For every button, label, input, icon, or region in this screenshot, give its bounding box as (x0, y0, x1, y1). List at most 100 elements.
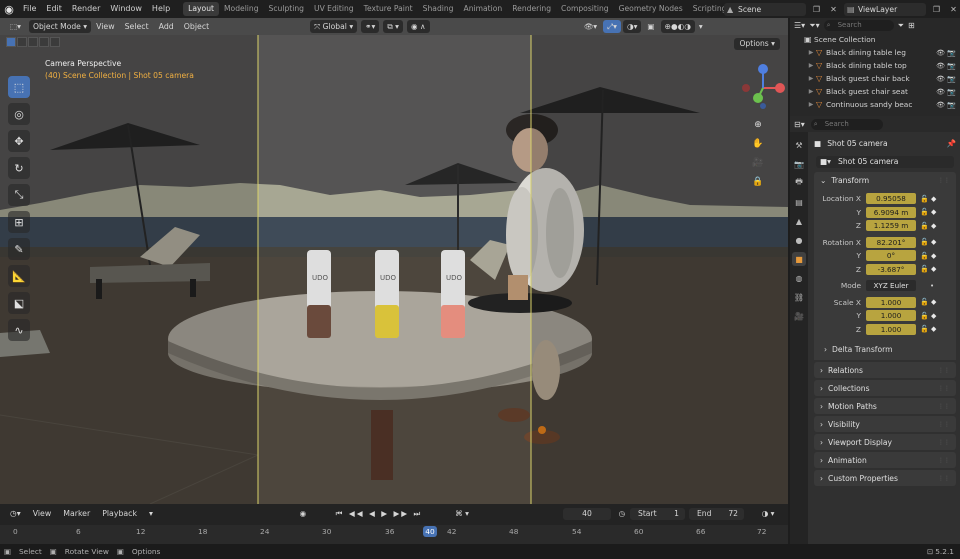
overlay-icon[interactable]: ◑▾ (622, 20, 642, 33)
properties-editor-type-icon[interactable]: ⊟▾ (794, 120, 805, 129)
visibility-panel-header[interactable]: › Visibility ⋮⋮ (814, 416, 956, 432)
data-tab-icon[interactable]: 🎥 (792, 309, 806, 323)
filter-icon[interactable]: ⏷▾ (809, 21, 819, 31)
select-mode-subtract-icon[interactable] (28, 37, 38, 47)
timeline-menu-view[interactable]: View (27, 509, 58, 518)
lock-icon[interactable]: 🔓 (920, 312, 929, 320)
drag-handle-icon[interactable]: ⋮⋮ (938, 475, 950, 482)
drag-handle-icon[interactable]: ⋮⋮ (938, 421, 950, 428)
shading-mode-icon[interactable]: ⊕●◐◑ (660, 20, 695, 33)
rotation-y-field[interactable]: 0° (866, 250, 916, 262)
select-mode-invert-icon[interactable] (39, 37, 49, 47)
end-frame-field[interactable]: End 72 (689, 508, 744, 520)
custom-properties-panel-header[interactable]: › Custom Properties ⋮⋮ (814, 470, 956, 486)
tab-compositing[interactable]: Compositing (556, 2, 614, 16)
tab-modeling[interactable]: Modeling (219, 2, 264, 16)
menu-select[interactable]: Select (120, 18, 154, 35)
lock-icon[interactable]: 🔓 (920, 252, 929, 260)
physics-tab-icon[interactable]: ◍ (792, 271, 806, 285)
outliner-search-input[interactable]: ⌕ Search (823, 20, 894, 31)
timeline-menu-marker[interactable]: Marker (57, 509, 96, 518)
menu-view[interactable]: View (91, 18, 120, 35)
lock-icon[interactable]: 🔓 (920, 325, 929, 333)
curve-icon[interactable]: ∿ (8, 319, 30, 341)
delta-transform-subpanel[interactable]: › Delta Transform (824, 342, 956, 356)
drag-handle-icon[interactable]: ⋮⋮ (938, 439, 950, 446)
keyframe-icon[interactable]: ◆ (931, 195, 936, 203)
keyframe-icon[interactable]: ◆ (931, 222, 936, 230)
keyframe-icon[interactable]: ◆ (931, 252, 936, 260)
snap-icon[interactable]: ⧉ ▾ (383, 20, 403, 33)
keyframe-icon[interactable]: ◆ (931, 238, 936, 246)
tool-tab-icon[interactable]: ⚒ (792, 138, 806, 152)
zoom-icon[interactable]: ⊕ (749, 116, 767, 134)
tab-animation[interactable]: Animation (459, 2, 508, 16)
timeline-ruler[interactable]: 0 6 12 18 24 30 36 42 48 54 60 66 72 40 (0, 525, 788, 544)
scale-x-field[interactable]: 1.000 (866, 296, 916, 308)
tab-geometry-nodes[interactable]: Geometry Nodes (614, 2, 688, 16)
pin-icon[interactable]: 📌 (947, 139, 956, 148)
timeline-view-options-icon[interactable]: ◑ ▾ (756, 508, 780, 520)
rotation-z-field[interactable]: -3.687° (866, 263, 916, 275)
menu-render[interactable]: Render (67, 0, 105, 18)
blender-logo-icon[interactable]: ◉ (0, 0, 18, 18)
constraints-tab-icon[interactable]: ⛓ (792, 290, 806, 304)
copy-icon[interactable]: ❐ (810, 3, 823, 16)
lock-icon[interactable]: 🔓 (920, 195, 929, 203)
keyframe-icon[interactable]: ◆ (931, 312, 936, 320)
outliner-item[interactable]: ▶ ▽ Black dining table top 👁 📷 (790, 59, 960, 72)
menu-help[interactable]: Help (147, 0, 175, 18)
move-icon[interactable]: ✥ (8, 130, 30, 152)
tab-sculpting[interactable]: Sculpting (264, 2, 309, 16)
render-tab-icon[interactable]: 📷 (792, 157, 806, 171)
transform-panel-header[interactable]: ⌄ Transform ⋮⋮ (814, 172, 956, 188)
outliner-item[interactable]: ▶ ▽ Continuous sandy beac 👁 📷 (790, 98, 960, 111)
keyframe-icon[interactable]: ◆ (931, 208, 936, 216)
location-y-field[interactable]: 6.9094 m (866, 206, 916, 218)
keying-icon[interactable]: ⌘ ▾ (450, 508, 474, 520)
drag-handle-icon[interactable]: ⋮⋮ (938, 177, 950, 184)
scene-selector[interactable]: ▲ Scene (724, 2, 806, 16)
xray-icon[interactable]: ▣ (643, 20, 658, 33)
lock-camera-icon[interactable]: 🔒 (749, 173, 767, 191)
object-name-field[interactable]: ■▾ Shot 05 camera (816, 156, 954, 168)
relations-panel-header[interactable]: › Relations ⋮⋮ (814, 362, 956, 378)
object-tab-icon[interactable]: ■ (792, 252, 806, 266)
current-frame-field[interactable]: 40 (563, 508, 611, 520)
expand-icon[interactable]: ▶ (806, 88, 816, 95)
view-layer-selector[interactable]: ▤ ViewLayer (844, 2, 926, 16)
scale-z-field[interactable]: 1.000 (866, 323, 916, 335)
visibility-camera-icons[interactable]: 👁 📷 (936, 88, 956, 96)
viewport-scene[interactable]: UDO UDO UDO (0, 35, 788, 504)
drag-handle-icon[interactable]: ⋮⋮ (938, 457, 950, 464)
menu-file[interactable]: File (18, 0, 41, 18)
lock-icon[interactable]: 🔓 (920, 298, 929, 306)
menu-edit[interactable]: Edit (41, 0, 67, 18)
expand-icon[interactable]: ▶ (806, 101, 816, 108)
tab-rendering[interactable]: Rendering (507, 2, 556, 16)
annotate-icon[interactable]: ✎ (8, 238, 30, 260)
visibility-camera-icons[interactable]: 👁 📷 (936, 101, 956, 109)
outliner-editor-type-icon[interactable]: ☰▾ (794, 21, 805, 30)
location-z-field[interactable]: 1.1259 m (866, 220, 916, 232)
outliner-item[interactable]: ▶ ▽ Black guest chair back 👁 📷 (790, 72, 960, 85)
rotate-icon[interactable]: ↻ (8, 157, 30, 179)
outliner-item[interactable]: ▶ ▽ Black guest chair seat 👁 📷 (790, 85, 960, 98)
gizmo-icon[interactable]: ⤢▾ (603, 20, 621, 33)
visibility-camera-icons[interactable]: 👁 📷 (936, 49, 956, 57)
rotation-x-field[interactable]: 82.201° (866, 236, 916, 248)
expand-icon[interactable]: ▶ (806, 62, 816, 69)
menu-add[interactable]: Add (154, 18, 179, 35)
start-frame-field[interactable]: Start 1 (630, 508, 685, 520)
keyframe-icon[interactable]: ◆ (931, 298, 936, 306)
new-collection-icon[interactable]: ⊞ (908, 21, 915, 30)
keyframe-icon[interactable]: ◆ (931, 325, 936, 333)
menu-object[interactable]: Object (179, 18, 214, 35)
tab-texture-paint[interactable]: Texture Paint (359, 2, 418, 16)
select-box-icon[interactable]: ⬚ (8, 76, 30, 98)
editor-type-icon[interactable]: ⬚▾ (6, 20, 25, 33)
collections-panel-header[interactable]: › Collections ⋮⋮ (814, 380, 956, 396)
world-tab-icon[interactable]: ● (792, 233, 806, 247)
scale-icon[interactable]: ⤡ (8, 184, 30, 206)
expand-icon[interactable]: ▶ (806, 75, 816, 82)
